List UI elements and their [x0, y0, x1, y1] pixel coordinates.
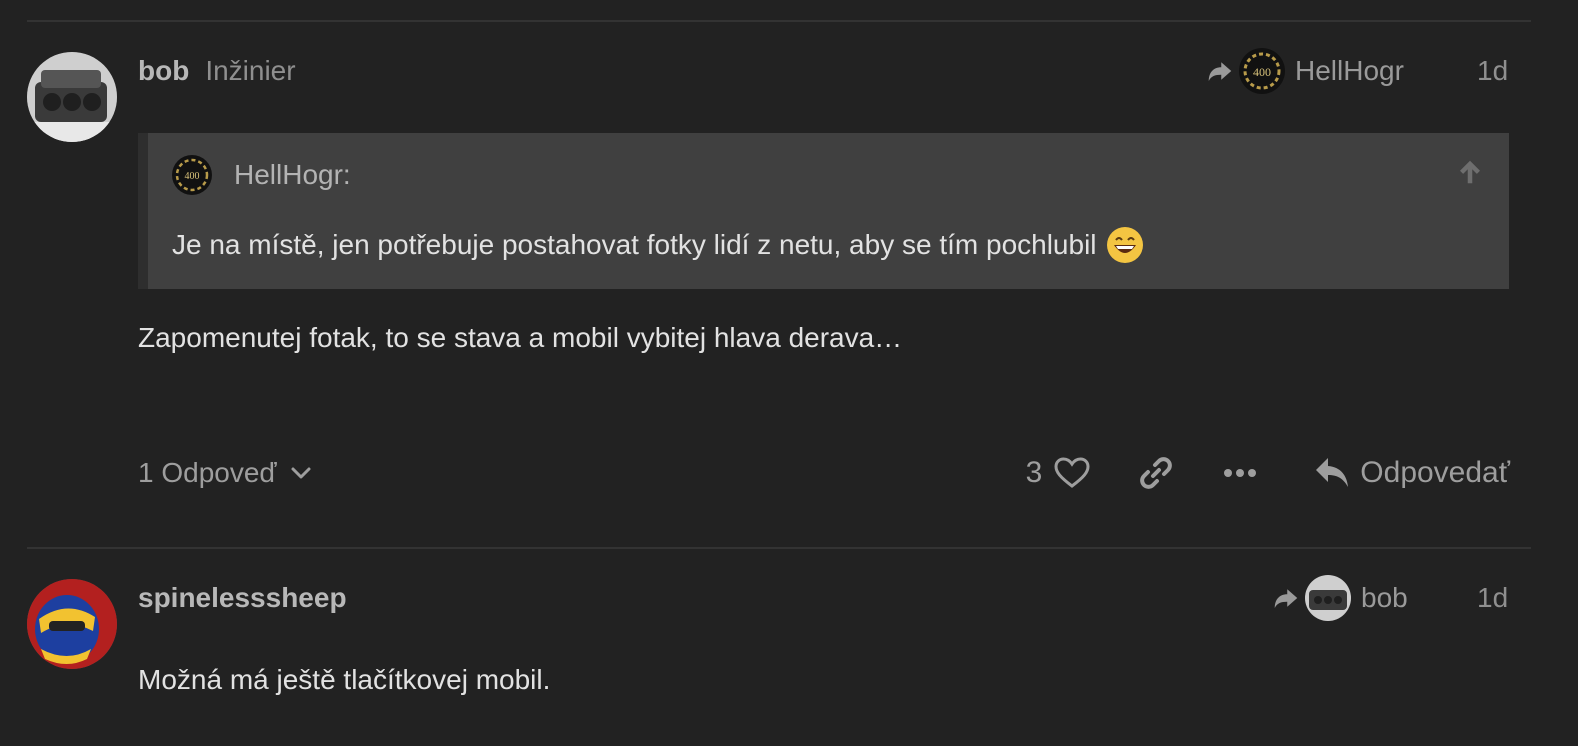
reply-to-username: bob: [1361, 582, 1408, 613]
quote-title: 400 HellHogr:: [172, 155, 351, 195]
post-header: spinelesssheep: [138, 578, 347, 618]
avatar[interactable]: [27, 52, 117, 142]
username[interactable]: spinelesssheep: [138, 582, 347, 614]
post-divider: [27, 547, 1531, 549]
user-title: Inžinier: [205, 55, 296, 86]
svg-text:400: 400: [185, 171, 200, 182]
post-divider: [27, 20, 1531, 22]
quote-block: 400 HellHogr: Je na místě, jen potřebuje…: [138, 133, 1509, 289]
avatar[interactable]: [27, 579, 117, 669]
post-date[interactable]: 1d: [1477, 55, 1508, 87]
reply-to-tab[interactable]: bob: [1271, 573, 1408, 623]
post-header: bob Inžinier: [138, 51, 296, 91]
chevron-down-icon: [291, 467, 311, 479]
reply-icon: [1316, 458, 1349, 487]
svg-text:400: 400: [1253, 65, 1271, 79]
grinning-emoji-icon: [1106, 227, 1143, 263]
heart-icon: [1054, 457, 1090, 488]
post-text: Zapomenutej fotak, to se stava a mobil v…: [138, 322, 903, 353]
topic-page: bob Inžinier 400 HellHogr 1d 400 HellHog…: [0, 0, 1578, 746]
username[interactable]: bob: [138, 55, 189, 87]
post-date[interactable]: 1d: [1477, 582, 1508, 614]
link-icon: [1140, 457, 1173, 489]
reply-to-username: HellHogr: [1295, 55, 1404, 86]
reply-button[interactable]: Odpovedať: [1314, 456, 1510, 490]
arrow-up-icon[interactable]: [1455, 157, 1485, 187]
reply-arrow-icon: [1208, 62, 1232, 81]
quote-author: HellHogr:: [234, 159, 351, 190]
reply-arrow-icon: [1274, 589, 1298, 608]
quote-text-content: Je na místě, jen potřebuje postahovat fo…: [172, 229, 1097, 260]
more-icon: [1224, 469, 1257, 477]
reply-label: Odpovedať: [1360, 456, 1510, 489]
post-actions: 3 Odpovedať: [1026, 448, 1510, 498]
replies-toggle-button[interactable]: 1 Odpoveď: [138, 453, 313, 493]
more-actions-button[interactable]: [1222, 467, 1258, 479]
share-link-button[interactable]: [1138, 455, 1174, 491]
post-text: Možná má ještě tlačítkovej mobil.: [138, 664, 551, 695]
like-count[interactable]: 3: [1026, 456, 1043, 490]
reply-to-avatar: 400: [1239, 48, 1285, 94]
like-button[interactable]: 3: [1026, 456, 1091, 490]
replies-label: 1 Odpoveď: [138, 457, 277, 488]
quote-text: Je na místě, jen potřebuje postahovat fo…: [172, 225, 1145, 265]
quote-avatar: 400: [172, 155, 212, 195]
reply-to-avatar: [1305, 575, 1351, 621]
reply-to-tab[interactable]: 400 HellHogr: [1205, 46, 1404, 96]
